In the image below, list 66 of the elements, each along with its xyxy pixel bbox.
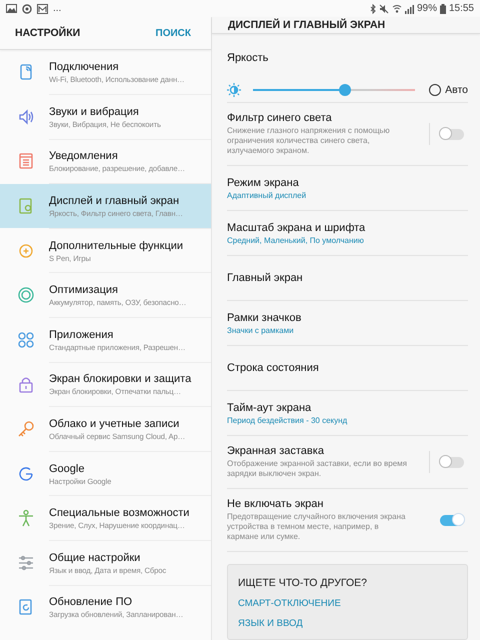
wifi-icon (392, 4, 402, 14)
item-title: Уведомления (49, 150, 119, 162)
setting-title[interactable]: Тайм-аут экрана (227, 402, 468, 414)
setting-title[interactable]: Рамки значков (227, 312, 468, 324)
brightness-label: Яркость (227, 52, 268, 64)
toggle-switch[interactable] (440, 456, 464, 468)
g-icon (16, 464, 34, 483)
brightness-slider[interactable] (253, 84, 416, 96)
setting-title[interactable]: Режим экрана (227, 176, 468, 188)
battery-percent: 99% (416, 3, 437, 14)
search-button[interactable]: ПОИСК (156, 28, 191, 38)
item-title: Общие настройки (49, 552, 142, 564)
sun-icon (227, 83, 241, 97)
setting-value: Средний, Маленький, По умолчанию (227, 236, 365, 244)
toggle-switch[interactable] (440, 128, 464, 140)
clock-time: 15:55 (448, 3, 474, 14)
item-title: Дисплей и главный экран (49, 195, 180, 208)
card-title: ИЩЕТЕ ЧТО-ТО ДРУГОЕ? (238, 577, 368, 589)
speaker-icon (16, 108, 34, 126)
notification-list-icon (16, 152, 34, 170)
battery-icon (440, 4, 446, 14)
ring-icon (16, 286, 34, 304)
circle-icon (22, 4, 32, 14)
setting-description: Отображение экранной заставки, если во время зарядки выключен экран. (227, 459, 408, 479)
slider-thumb[interactable] (339, 84, 352, 96)
signal-icon (404, 4, 414, 14)
setting-value: Адаптивный дисплей (227, 190, 308, 200)
setting-title[interactable]: Фильтр синего света (227, 112, 417, 124)
item-title: Дополнительные функции (49, 240, 184, 252)
setting-title[interactable]: Экранная заставка (227, 445, 417, 457)
panel-title: ДИСПЛЕЙ И ГЛАВНЫЙ ЭКРАН (228, 19, 386, 31)
setting-description: Снижение глазного напряжения с помощью ограничения количества синего света, излучаемого экраном. (227, 126, 391, 156)
phone-refresh-icon (16, 598, 34, 616)
image-icon (6, 4, 17, 13)
auto-radio[interactable] (429, 84, 442, 96)
setting-title[interactable]: Строка состояния (227, 362, 468, 374)
item-title: Приложения (49, 328, 114, 341)
more-text: ... (53, 3, 62, 14)
item-title: Google (49, 462, 86, 475)
lock-icon (16, 375, 34, 394)
item-title: Подключения (49, 60, 120, 73)
setting-row[interactable]: Не включать экран Предотвращение случайного включения экрана устройства в темном месте, например, в кармане или сумке. (227, 489, 468, 552)
setting-value: Период бездействия - 30 секунд (227, 416, 348, 424)
four-circles-icon (16, 330, 34, 349)
item-title: Оптимизация (49, 284, 119, 296)
item-title: Экран блокировки и защита (49, 373, 192, 386)
setting-title[interactable]: Не включать экран (227, 498, 417, 510)
bluetooth-icon (370, 4, 376, 14)
setting-title[interactable]: Главный экран (227, 272, 468, 284)
auto-label: Авто (445, 84, 468, 96)
key-icon (16, 420, 34, 438)
toggle-switch[interactable] (440, 514, 464, 526)
person-icon (16, 509, 34, 528)
sliders-icon (16, 554, 34, 572)
item-title: Облако и учетные записи (49, 418, 180, 430)
item-title: Обновление ПО (49, 596, 134, 608)
mute-icon (378, 4, 389, 14)
setting-row[interactable]: Экранная заставка Отображение экранной заставки, если во время зарядки выключен экран. (227, 436, 468, 489)
setting-value: Значки с рамками (227, 326, 295, 334)
message-icon (37, 4, 48, 14)
setting-title[interactable]: Масштаб экрана и шрифта (227, 222, 468, 234)
item-title: Звуки и вибрация (49, 106, 140, 118)
panel-title: НАСТРОЙКИ (15, 27, 80, 39)
setting-row[interactable]: Фильтр синего света Снижение глазного напряжения с помощью ограничения количества синего света, излучаемого экраном. (227, 103, 468, 166)
item-title: Специальные возможности (49, 507, 190, 520)
setting-description: Предотвращение случайного включения экрана устройства в темном месте, например, в кармане или сумке. (227, 512, 406, 542)
